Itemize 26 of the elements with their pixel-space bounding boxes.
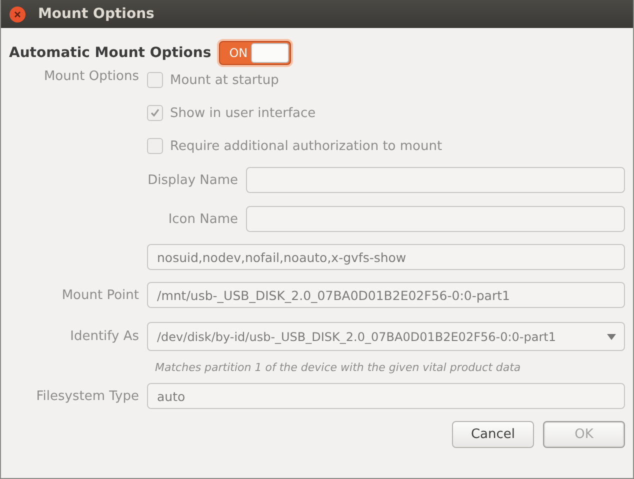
checkbox[interactable] <box>147 72 163 88</box>
input-field[interactable] <box>246 206 625 232</box>
input-field[interactable]: auto <box>147 383 625 409</box>
caret-icon <box>607 334 616 340</box>
cancel-button[interactable]: Cancel <box>452 421 534 448</box>
checkbox-label: Show in user interface <box>170 106 316 120</box>
field-label: Icon Name <box>167 212 238 226</box>
checkbox-label: Require additional authorization to mount <box>170 138 442 154</box>
checkbox[interactable] <box>147 105 163 121</box>
window-title: Mount Options <box>38 6 154 22</box>
close-icon[interactable] <box>9 6 26 22</box>
hint-text: Matches partition 1 of the device with the given vital product data <box>155 361 522 374</box>
checkbox-label: Mount at startup <box>170 72 279 88</box>
field-label: Mount Options <box>42 69 139 84</box>
input-field[interactable] <box>246 167 625 193</box>
input-field[interactable]: /mnt/usb-_USB_DISK_2.0_07BA0D01B2E02F56-0:0-part1 <box>147 282 625 308</box>
checkmark-icon <box>150 108 160 118</box>
checkbox[interactable] <box>147 138 163 154</box>
toggle-switch[interactable]: ON <box>219 41 292 65</box>
section-title: Automatic Mount Options <box>9 45 212 61</box>
field-label: Display Name <box>147 172 238 188</box>
field-label: Filesystem Type <box>35 388 139 404</box>
field-label: Mount Point <box>60 288 139 302</box>
input-field[interactable]: nosuid,nodev,nofail,noauto,x-gvfs-show <box>147 244 625 270</box>
dropdown[interactable]: /dev/disk/by-id/usb-_USB_DISK_2.0_07BA0D01B2E02F56-0:0-part1 <box>147 322 625 351</box>
field-label: Identify As <box>69 329 139 344</box>
